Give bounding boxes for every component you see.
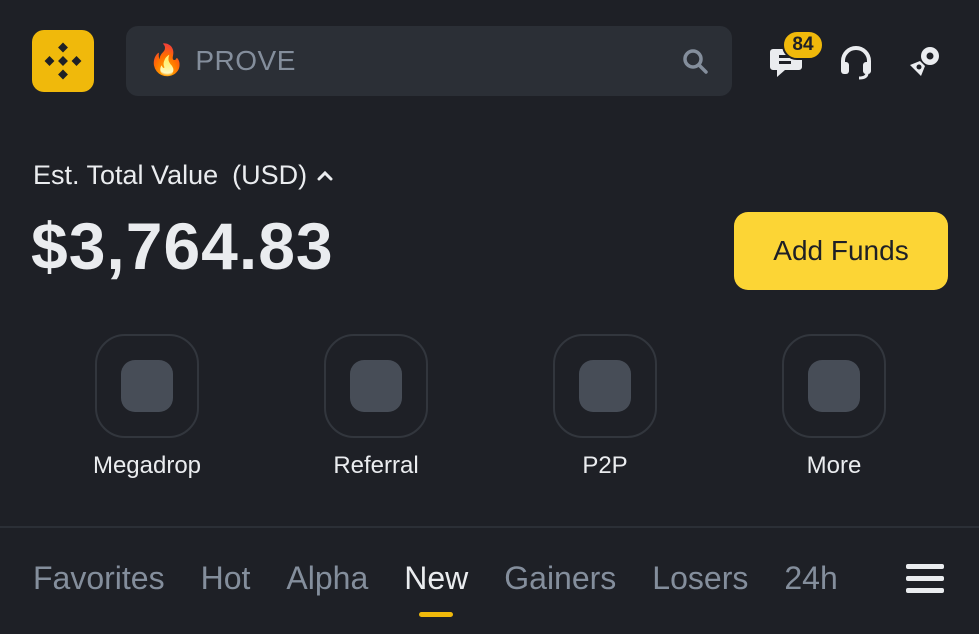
menu-icon[interactable] [906,564,944,598]
quick-action-label: More [806,452,862,479]
market-tabs: Favorites Hot Alpha New Gainers Losers 2… [33,560,874,617]
referral-icon [324,334,428,438]
search-icon[interactable] [680,46,710,76]
messages-badge: 84 [782,30,824,60]
quick-action-referral[interactable]: Referral [291,334,461,480]
estimated-value-label[interactable]: Est. Total Value (USD) [33,160,333,191]
search-term: PROVE [195,45,296,76]
home-screen: 🔥 PROVE 84 Est. Total Value (USD) $3,764… [0,0,979,634]
tab-gainers[interactable]: Gainers [504,560,616,597]
support-headset-icon[interactable] [836,42,876,82]
divider [0,526,979,528]
quick-action-more[interactable]: More [749,334,919,480]
quick-action-label: Referral [333,452,419,479]
more-icon [782,334,886,438]
megadrop-icon [95,334,199,438]
tab-favorites[interactable]: Favorites [33,560,165,597]
tab-alpha[interactable]: Alpha [286,560,368,597]
currency-label: (USD) [232,160,308,190]
quick-action-label: Megadrop [92,452,202,479]
quick-action-label: P2P [582,452,628,479]
search-bar[interactable]: 🔥 PROVE [126,26,732,96]
tab-hot[interactable]: Hot [201,560,251,597]
tabs-fade-overlay [860,550,896,610]
estimated-value-text: Est. Total Value [33,160,219,190]
tab-losers[interactable]: Losers [652,560,748,597]
tab-new[interactable]: New [404,560,468,617]
binance-logo-icon[interactable] [32,30,94,92]
tab-24h[interactable]: 24h [784,560,837,597]
quick-action-megadrop[interactable]: Megadrop [62,334,232,480]
chevron-up-icon[interactable] [317,170,333,182]
total-balance: $3,764.83 [31,209,334,283]
fire-icon: 🔥 [148,44,186,77]
quick-action-p2p[interactable]: P2P [520,334,690,480]
active-tab-indicator [419,612,454,617]
add-funds-button[interactable]: Add Funds [734,212,948,290]
connect-icon[interactable] [904,42,944,82]
p2p-icon [553,334,657,438]
